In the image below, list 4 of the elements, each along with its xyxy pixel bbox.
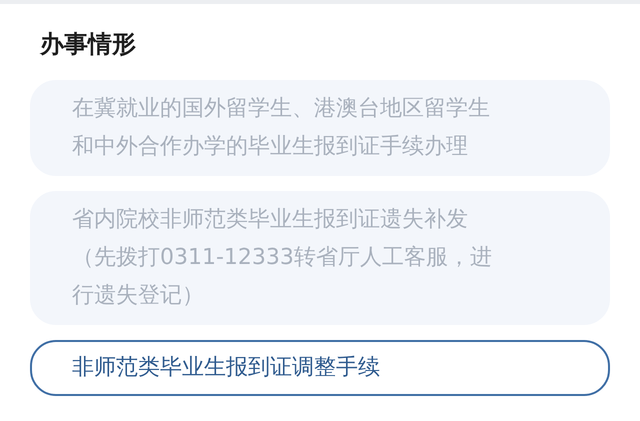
option-item[interactable]: 在冀就业的国外留学生、港澳台地区留学生和中外合作办学的毕业生报到证手续办理	[30, 80, 610, 176]
option-item[interactable]: 省内院校非师范类毕业生报到证遗失补发（先拨打0311-12333转省厅人工客服，进行遗失登记）	[30, 191, 610, 325]
option-item[interactable]: 非师范类毕业生报到证调整手续	[30, 340, 610, 396]
section-title: 办事情形	[40, 29, 137, 60]
